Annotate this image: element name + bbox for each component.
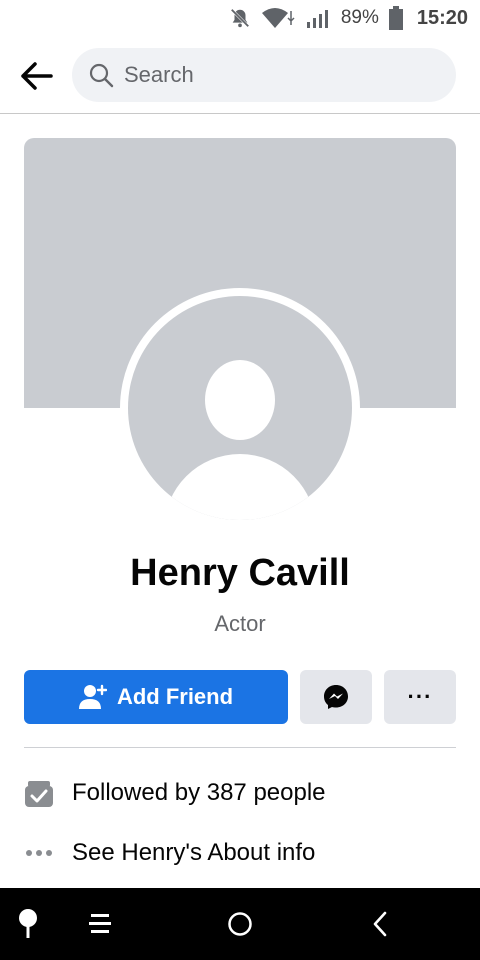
menu-button[interactable] [78,888,122,960]
back-button[interactable] [14,54,58,98]
add-friend-label: Add Friend [116,684,234,709]
system-nav-bar [0,888,480,960]
clock: 15:20 [416,6,468,29]
status-bar: 89% 15:20 [0,0,480,36]
top-bar [0,36,480,114]
about-info-link[interactable]: See Henry's About info [24,833,456,873]
search-bar[interactable] [72,48,456,102]
divider [24,747,456,748]
add-friend-button[interactable]: Add Friend [24,670,288,724]
profile-screen: 89% 15:20 Henry [0,0,480,960]
menu-lines-icon [89,914,111,933]
pin-icon [19,909,37,938]
profile-subtitle: Actor [214,611,266,636]
bell-muted-icon [229,7,251,29]
profile-picture[interactable] [120,288,360,528]
add-person-icon [78,684,107,709]
followers-icon [24,778,54,808]
signal-icon [305,7,331,29]
message-button[interactable] [300,670,372,724]
system-back-button[interactable] [358,888,402,960]
arrow-left-icon [21,62,53,90]
followers-text: Followed by 387 people [72,779,326,806]
about-info-text: See Henry's About info [72,839,316,866]
wifi-icon [261,7,295,29]
pin-button[interactable] [8,888,48,960]
followers-row: Followed by 387 people [24,773,456,813]
more-dots-icon: ··· [407,684,433,709]
more-options-button[interactable]: ··· [384,670,456,724]
search-input[interactable] [124,62,424,88]
battery-percent: 89% [340,7,379,28]
more-dots-icon [24,848,54,858]
messenger-icon [324,685,348,709]
battery-icon [388,6,403,30]
home-button[interactable] [216,888,264,960]
search-icon [89,63,114,88]
home-circle-icon [228,912,252,936]
avatar-placeholder-icon [128,296,352,520]
profile-name: Henry Cavill [130,552,350,594]
back-chevron-icon [373,911,387,937]
